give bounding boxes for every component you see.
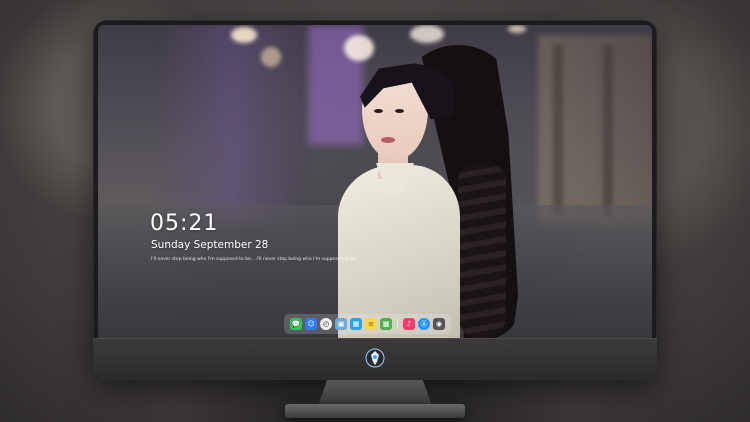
preview-icon[interactable]: ▣ — [335, 318, 347, 330]
messages-icon[interactable]: 💬 — [290, 318, 302, 330]
finder-icon[interactable]: ☺ — [305, 318, 317, 330]
brand-logo-icon — [365, 348, 385, 368]
clock-icon[interactable]: ◴ — [320, 318, 332, 330]
wallpaper-woman-eye — [395, 109, 404, 113]
bokeh-light — [261, 47, 281, 67]
lock-screen-quote: I'll never stop being who I'm supposed t… — [151, 257, 357, 262]
lock-screen-date: Sunday September 28 — [151, 239, 269, 251]
dock-separator — [397, 318, 398, 330]
bokeh-light — [231, 27, 257, 43]
bokeh-light — [410, 25, 444, 43]
bokeh-light — [344, 35, 374, 61]
wallpaper — [98, 25, 652, 338]
photos-icon[interactable]: ▩ — [380, 318, 392, 330]
wallpaper-woman-braid — [458, 165, 506, 338]
monitor-stand-neck — [318, 380, 432, 406]
dock: 💬 ☺ ◴ ▣ ▦ ≡ ▩ ♪ Ⓐ ◉ — [284, 314, 451, 334]
wallpaper-woman-eye — [374, 109, 383, 113]
monitor-stand-base — [285, 404, 465, 418]
screen: 05:21 Sunday September 28 I'll never sto… — [98, 25, 652, 338]
camera-icon[interactable]: ◉ — [433, 318, 445, 330]
wallpaper-building-left — [158, 25, 308, 225]
photo-booth-icon[interactable]: ▦ — [350, 318, 362, 330]
lock-screen-time: 05:21 — [150, 211, 219, 236]
notes-icon[interactable]: ≡ — [365, 318, 377, 330]
app-store-icon[interactable]: Ⓐ — [418, 318, 430, 330]
music-icon[interactable]: ♪ — [403, 318, 415, 330]
wallpaper-pillar — [603, 45, 613, 215]
wallpaper-woman-lips — [381, 137, 395, 143]
bokeh-light — [508, 25, 526, 33]
wallpaper-pillar — [553, 45, 563, 215]
